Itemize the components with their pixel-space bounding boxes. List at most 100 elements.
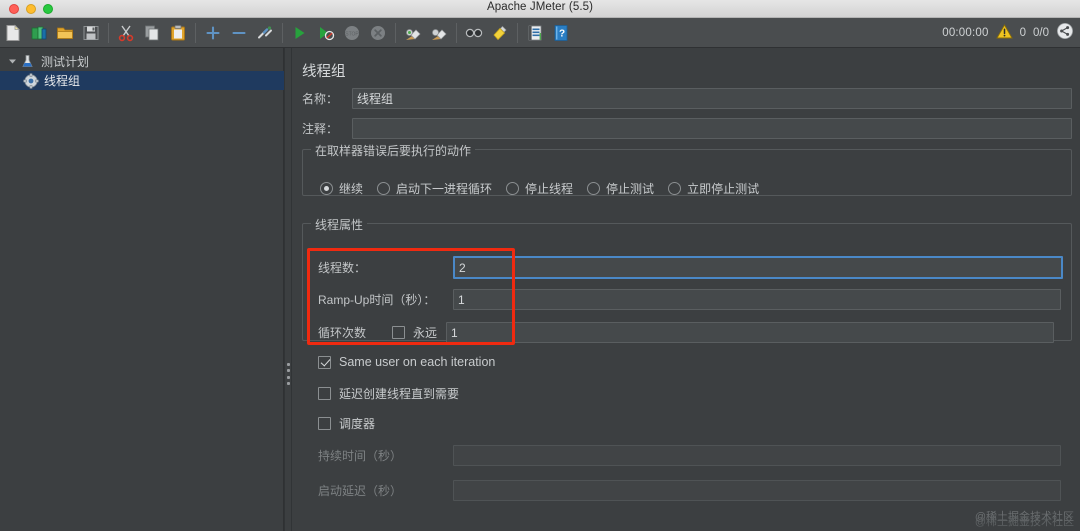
toolbar-group-tree <box>200 20 278 46</box>
startup-delay-field-row: 启动延迟（秒） <box>318 480 1061 501</box>
function-helper-icon[interactable] <box>522 20 548 46</box>
toggle-icon[interactable] <box>252 20 278 46</box>
loops-input[interactable] <box>446 322 1055 343</box>
start-no-pauses-icon[interactable] <box>313 20 339 46</box>
test-plan-icon <box>19 53 36 70</box>
radio-stop-test[interactable]: 停止测试 <box>587 180 654 197</box>
radio-button-icon[interactable] <box>587 182 601 195</box>
help-icon[interactable]: ? <box>548 20 574 46</box>
radio-stop-test-now[interactable]: 立即停止测试 <box>668 180 759 197</box>
radio-stop-thread[interactable]: 停止线程 <box>506 180 573 197</box>
toolbar-separator <box>282 22 283 43</box>
splitter-grip-icon[interactable] <box>287 363 291 385</box>
threads-field-row: 线程数： <box>318 256 1063 279</box>
warning-triangle-icon[interactable] <box>995 23 1013 42</box>
name-input[interactable] <box>352 88 1072 109</box>
open-icon[interactable] <box>52 20 78 46</box>
delay-thread-creation-label: 延迟创建线程直到需要 <box>339 387 460 401</box>
startup-delay-label: 启动延迟（秒） <box>318 484 403 498</box>
toolbar-group-edit <box>113 20 191 46</box>
radio-start-next-loop[interactable]: 启动下一进程循环 <box>377 180 492 197</box>
expand-all-icon[interactable] <box>200 20 226 46</box>
radio-button-icon[interactable] <box>506 182 520 195</box>
toolbar-group-file <box>0 20 104 46</box>
tree-item-label: 线程组 <box>44 74 81 88</box>
toolbar-separator <box>456 22 457 43</box>
same-user-each-iteration-row[interactable]: Same user on each iteration <box>318 355 495 369</box>
name-field-row: 名称： <box>302 88 1072 109</box>
comment-field-row: 注释： <box>302 118 1072 139</box>
on-sampler-error-radios: 继续 启动下一进程循环 停止线程 停止测试 立即停止测试 <box>320 180 773 197</box>
thread-properties-group-title: 线程属性 <box>311 216 368 233</box>
clear-all-icon[interactable] <box>426 20 452 46</box>
search-icon[interactable] <box>461 20 487 46</box>
save-icon[interactable] <box>78 20 104 46</box>
tree-item-thread-group[interactable]: 线程组 <box>0 71 284 90</box>
jmeter-window: Apache JMeter (5.5) STOP ? 00:00:00 0 0/… <box>0 0 1080 531</box>
new-icon[interactable] <box>0 20 26 46</box>
main-toolbar: STOP ? 00:00:00 0 0/0 <box>0 18 1080 48</box>
connection-indicator-icon[interactable] <box>1056 22 1074 43</box>
rampup-input[interactable] <box>453 289 1061 310</box>
toolbar-separator <box>517 22 518 43</box>
window-titlebar: Apache JMeter (5.5) <box>0 0 1080 18</box>
toolbar-status: 00:00:00 0 0/0 <box>942 22 1080 43</box>
same-user-each-iteration-checkbox[interactable] <box>318 355 331 369</box>
rampup-label: Ramp-Up时间（秒）： <box>318 293 436 307</box>
svg-text:?: ? <box>559 28 565 39</box>
tree-item-test-plan[interactable]: 测试计划 <box>0 52 283 71</box>
radio-button-icon[interactable] <box>668 182 682 195</box>
forever-label: 永远 <box>413 326 438 340</box>
toolbar-separator <box>108 22 109 43</box>
stop-icon[interactable]: STOP <box>339 20 365 46</box>
loops-label: 循环次数 <box>318 326 367 340</box>
toolbar-group-run: STOP <box>287 20 391 46</box>
page-title: 线程组 <box>302 64 346 80</box>
elapsed-time: 00:00:00 <box>942 26 989 39</box>
duration-label: 持续时间（秒） <box>318 449 403 463</box>
scheduler-row[interactable]: 调度器 <box>318 415 375 432</box>
delay-thread-creation-checkbox[interactable] <box>318 387 331 400</box>
comment-input[interactable] <box>352 118 1072 139</box>
duration-field-row: 持续时间（秒） <box>318 445 1061 466</box>
forever-checkbox[interactable] <box>392 326 405 339</box>
cut-icon[interactable] <box>113 20 139 46</box>
radio-button-icon[interactable] <box>320 182 333 195</box>
paste-icon[interactable] <box>165 20 191 46</box>
watermark: @稀土掘金技术社区 @稀土掘金技术社区 <box>975 511 1074 529</box>
active-threads-count: 0/0 <box>1033 26 1049 39</box>
name-label: 名称： <box>302 92 339 106</box>
radio-label: 立即停止测试 <box>687 182 760 196</box>
radio-button-icon[interactable] <box>377 182 391 195</box>
chevron-down-icon[interactable] <box>6 56 18 68</box>
threads-input[interactable] <box>453 256 1063 279</box>
startup-delay-input[interactable] <box>453 480 1061 501</box>
scheduler-checkbox[interactable] <box>318 417 331 430</box>
copy-icon[interactable] <box>139 20 165 46</box>
toolbar-separator <box>195 22 196 43</box>
clear-icon[interactable] <box>400 20 426 46</box>
templates-icon[interactable] <box>26 20 52 46</box>
duration-input[interactable] <box>453 445 1061 466</box>
toolbar-group-help: ? <box>522 20 574 46</box>
warning-count: 0 <box>1019 26 1026 39</box>
window-title: Apache JMeter (5.5) <box>486 1 594 13</box>
pane-splitter[interactable] <box>284 48 292 531</box>
comment-label: 注释： <box>302 122 339 136</box>
radio-continue[interactable]: 继续 <box>320 180 363 197</box>
watermark-line-2: @稀土掘金技术社区 <box>974 516 1074 528</box>
radio-label: 停止线程 <box>525 182 574 196</box>
test-plan-tree[interactable]: 测试计划 线程组 <box>0 48 284 531</box>
collapse-all-icon[interactable] <box>226 20 252 46</box>
start-icon[interactable] <box>287 20 313 46</box>
thread-group-config-panel: 线程组 名称： 注释： 在取样器错误后要执行的动作 继续 启动下一进程循环 <box>292 48 1080 531</box>
same-user-each-iteration-label: Same user on each iteration <box>339 355 496 369</box>
reset-search-icon[interactable] <box>487 20 513 46</box>
radio-label: 停止测试 <box>606 182 655 196</box>
delay-thread-creation-row[interactable]: 延迟创建线程直到需要 <box>318 385 459 402</box>
on-sampler-error-group-title: 在取样器错误后要执行的动作 <box>311 142 476 159</box>
toolbar-separator <box>395 22 396 43</box>
loops-field-row: 循环次数 永远 <box>318 322 1055 343</box>
shutdown-icon[interactable] <box>365 20 391 46</box>
radio-label: 继续 <box>339 182 364 196</box>
